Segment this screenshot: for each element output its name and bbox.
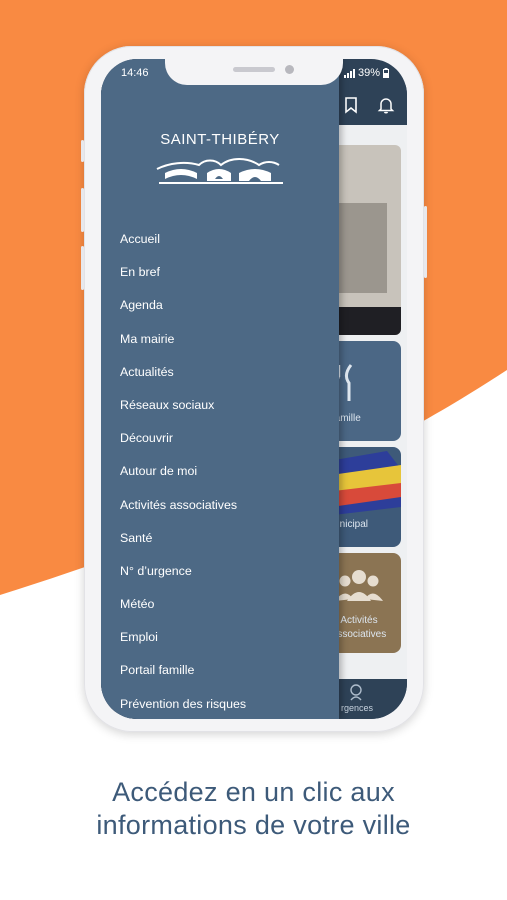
bridge-logo-icon [156,158,283,184]
phone-side-button [81,188,84,232]
menu-item-activites-associatives[interactable]: Activités associatives [120,495,246,528]
battery-indicator: 39% [343,67,389,79]
phone-alert-icon[interactable] [349,683,363,701]
bell-icon[interactable] [376,95,396,115]
navigation-drawer: SAINT-THIBÉRY Accueil En bref Agenda Ma … [101,59,339,719]
status-bar: 14:46 39% [101,59,407,85]
battery-percent: 39% [357,67,380,79]
town-logo: SAINT-THIBÉRY [155,131,285,191]
menu-item-prevention-risques[interactable]: Prévention des risques [120,694,246,719]
tagline-line-2: informations de votre ville [96,810,411,840]
phone-side-button [424,206,427,278]
bookmark-icon[interactable] [341,95,361,115]
phone-side-button [81,140,84,162]
menu-item-actualites[interactable]: Actualités [120,362,246,395]
status-time: 14:46 [121,67,149,79]
menu-item-numeros-urgence[interactable]: N° d’urgence [120,561,246,594]
menu-item-portail-famille[interactable]: Portail famille [120,660,246,693]
phone-side-button [81,246,84,290]
menu-item-meteo[interactable]: Météo [120,594,246,627]
footer-label: rgences [341,703,374,713]
menu-item-emploi[interactable]: Emploi [120,627,246,660]
menu-item-reseaux-sociaux[interactable]: Réseaux sociaux [120,395,246,428]
menu-item-sante[interactable]: Santé [120,528,246,561]
menu-item-en-bref[interactable]: En bref [120,262,246,295]
drawer-menu: Accueil En bref Agenda Ma mairie Actuali… [120,229,246,719]
promo-tagline: Accédez en un clic aux informations de v… [0,776,507,842]
menu-item-agenda[interactable]: Agenda [120,295,246,328]
menu-item-decouvrir[interactable]: Découvrir [120,428,246,461]
tagline-line-1: Accédez en un clic aux [112,777,395,807]
menu-item-autour-de-moi[interactable]: Autour de moi [120,461,246,494]
menu-item-accueil[interactable]: Accueil [120,229,246,262]
logo-text: SAINT-THIBÉRY [160,131,280,148]
signal-icon [343,68,355,78]
menu-item-ma-mairie[interactable]: Ma mairie [120,329,246,362]
phone-screen: 14:46 39% rtail famille [101,59,407,719]
battery-icon [383,68,389,78]
